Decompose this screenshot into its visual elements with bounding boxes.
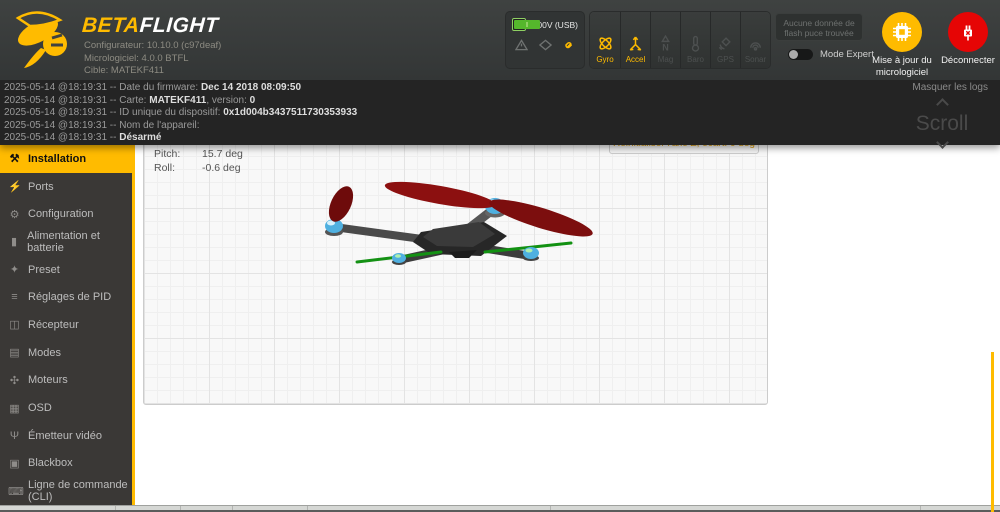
motor-icon: ✣ — [8, 374, 21, 387]
antenna-icon: Ψ — [8, 430, 21, 442]
osd-screen-icon: ▦ — [8, 402, 21, 415]
firmware-update-button[interactable] — [882, 12, 922, 52]
hide-logs-link[interactable]: Masquer les logs — [912, 82, 988, 93]
baro-icon — [687, 35, 704, 52]
sidebar-item-pid-tuning[interactable]: ≡Réglages de PID — [0, 283, 132, 311]
page-scrollbar-thumb[interactable] — [991, 352, 994, 512]
flash-data-button[interactable]: Aucune donnée de flash puce trouvée — [775, 13, 863, 41]
betaflight-configurator: BETAFLIGHT Configurateur: 10.10.0 (c97de… — [0, 0, 1000, 512]
sensor-baro: Baro — [680, 12, 710, 68]
log-scroll-control[interactable]: Scroll — [906, 96, 978, 152]
drone-3d-model — [309, 174, 609, 304]
arming-warning-icon — [515, 39, 528, 51]
log-line: 2025-05-14 @18:19:31 -- Nom de l'apparei… — [4, 120, 990, 133]
sidebar-item-ports[interactable]: ⚡Ports — [0, 173, 132, 201]
sidebar-item-power-battery[interactable]: ▮Alimentation et batterie — [0, 228, 132, 256]
expert-mode-toggle[interactable] — [788, 49, 813, 60]
sidebar-item-installation[interactable]: ⚒Installation — [0, 145, 132, 173]
scroll-label: Scroll — [906, 114, 978, 134]
battery-icon: ▮ — [8, 235, 20, 248]
gps-icon — [717, 35, 734, 52]
log-line: 2025-05-14 @18:19:31 -- Carte: MATEKF411… — [4, 95, 990, 108]
log-panel: 2025-05-14 @18:19:31 -- Date du firmware… — [0, 80, 1000, 145]
receiver-icon: ◫ — [8, 318, 21, 331]
accel-icon — [627, 35, 644, 52]
blackbox-icon: ▣ — [8, 457, 21, 470]
sensor-accel: Accel — [620, 12, 650, 68]
chip-icon — [890, 20, 914, 44]
usb-disconnect-icon — [956, 20, 980, 44]
status-bar — [0, 505, 1000, 512]
sidebar-item-blackbox[interactable]: ▣Blackbox — [0, 450, 132, 478]
sensor-gps: GPS — [710, 12, 740, 68]
attitude-readout: Pitch:15.7 deg Roll:-0.6 deg — [154, 147, 243, 175]
plug-icon: ⚡ — [8, 180, 21, 193]
sonar-icon — [747, 35, 764, 52]
roll-label: Roll: — [154, 161, 202, 175]
scroll-up-icon[interactable] — [936, 98, 949, 111]
log-line: 2025-05-14 @18:19:31 -- Désarmé — [4, 132, 990, 145]
sidebar-item-video-transmitter[interactable]: ΨÉmetteur vidéo — [0, 422, 132, 450]
gear-icon: ⚙ — [8, 208, 21, 221]
sidebar-nav: ⚒Installation ⚡Ports ⚙Configuration ▮Ali… — [0, 145, 135, 505]
mag-icon: N — [657, 35, 674, 52]
sidebar-item-modes[interactable]: ▤Modes — [0, 339, 132, 367]
version-info: Configurateur: 10.10.0 (c97deaf) Microlo… — [84, 40, 221, 78]
link-icon — [562, 39, 575, 51]
scroll-down-icon[interactable] — [936, 136, 949, 149]
sensor-status-bar: Gyro Accel N Mag Baro GPS Sonar — [589, 11, 771, 69]
log-line: 2025-05-14 @18:19:31 -- ID unique du dis… — [4, 107, 990, 120]
battery-status-box: 0.00V (USB) — [505, 11, 585, 69]
sliders-icon: ≡ — [8, 291, 21, 303]
magic-icon: ✦ — [8, 263, 21, 276]
roll-value: -0.6 deg — [202, 161, 241, 175]
battery-icon — [512, 18, 526, 31]
sensor-mag: N Mag — [650, 12, 680, 68]
disconnect-label: Déconnecter — [923, 55, 1000, 67]
modes-icon: ▤ — [8, 346, 21, 359]
svg-text:N: N — [662, 42, 669, 52]
log-line: 2025-05-14 @18:19:31 -- Date du firmware… — [4, 82, 990, 95]
sidebar-item-motors[interactable]: ✣Moteurs — [0, 367, 132, 395]
model-viewer[interactable]: Pitch:15.7 deg Roll:-0.6 deg Réinitialis… — [143, 128, 768, 405]
sidebar-item-cli[interactable]: ⌨Ligne de commande (CLI) — [0, 477, 132, 505]
sidebar-item-configuration[interactable]: ⚙Configuration — [0, 200, 132, 228]
betaflight-bee-logo — [8, 4, 78, 76]
wrench-icon: ⚒ — [8, 152, 21, 165]
pitch-value: 15.7 deg — [202, 147, 243, 161]
app-title: BETAFLIGHT — [81, 14, 219, 38]
sensor-sonar: Sonar — [740, 12, 770, 68]
sensor-gyro: Gyro — [590, 12, 620, 68]
terminal-icon: ⌨ — [8, 485, 21, 498]
disconnect-button[interactable] — [948, 12, 988, 52]
pitch-label: Pitch: — [154, 147, 202, 161]
app-header: BETAFLIGHT Configurateur: 10.10.0 (c97de… — [0, 0, 1000, 80]
sidebar-item-receiver[interactable]: ◫Récepteur — [0, 311, 132, 339]
sidebar-item-osd[interactable]: ▦OSD — [0, 394, 132, 422]
sidebar-item-preset[interactable]: ✦Preset — [0, 256, 132, 284]
gyro-icon — [597, 35, 614, 52]
failsafe-icon — [539, 39, 552, 51]
